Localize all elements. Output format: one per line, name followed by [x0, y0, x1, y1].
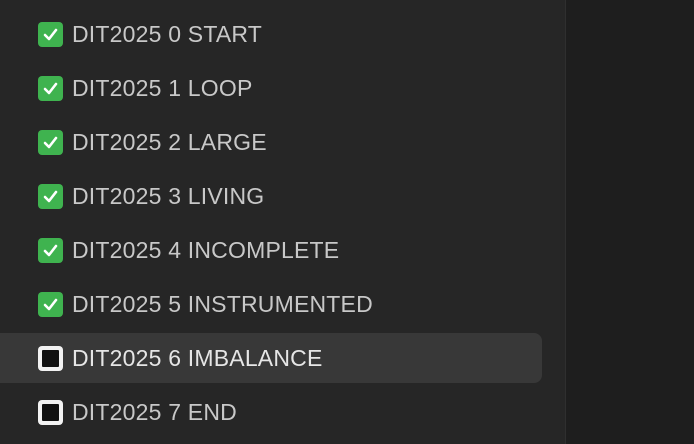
note-list: DIT2025 0 START DIT2025 1 LOOP DIT2025 2…: [0, 9, 565, 441]
sidebar-item-label: DIT2025 7 END: [72, 398, 237, 425]
sidebar-item-label: DIT2025 6 IMBALANCE: [72, 344, 323, 371]
sidebar-item-label: DIT2025 5 INSTRUMENTED: [72, 290, 373, 317]
sidebar-item-dit2025-7-end[interactable]: DIT2025 7 END: [0, 387, 565, 437]
check-mark-button-icon: [38, 129, 63, 155]
check-mark-button-icon: [38, 75, 63, 101]
black-square-button-icon: [38, 345, 63, 371]
sidebar-item-dit2025-5-instrumented[interactable]: DIT2025 5 INSTRUMENTED: [0, 279, 565, 329]
sidebar-item-dit2025-3-living[interactable]: DIT2025 3 LIVING: [0, 171, 565, 221]
sidebar-item-dit2025-2-large[interactable]: DIT2025 2 LARGE: [0, 117, 565, 167]
black-square-button-icon: [38, 399, 63, 425]
sidebar-item-label: DIT2025 4 INCOMPLETE: [72, 236, 340, 263]
sidebar-item-dit2025-4-incomplete[interactable]: DIT2025 4 INCOMPLETE: [0, 225, 565, 275]
sidebar: DIT2025 0 START DIT2025 1 LOOP DIT2025 2…: [0, 0, 565, 444]
check-mark-button-icon: [38, 21, 63, 47]
sidebar-item-dit2025-0-start[interactable]: DIT2025 0 START: [0, 9, 565, 59]
sidebar-item-label: DIT2025 0 START: [72, 20, 263, 47]
main-panel: [566, 0, 694, 444]
sidebar-item-label: DIT2025 1 LOOP: [72, 74, 253, 101]
sidebar-item-dit2025-6-imbalance[interactable]: DIT2025 6 IMBALANCE: [0, 333, 542, 383]
check-mark-button-icon: [38, 291, 63, 317]
sidebar-item-label: DIT2025 3 LIVING: [72, 182, 265, 209]
check-mark-button-icon: [38, 237, 63, 263]
check-mark-button-icon: [38, 183, 63, 209]
sidebar-item-label: DIT2025 2 LARGE: [72, 128, 267, 155]
sidebar-item-dit2025-1-loop[interactable]: DIT2025 1 LOOP: [0, 63, 565, 113]
